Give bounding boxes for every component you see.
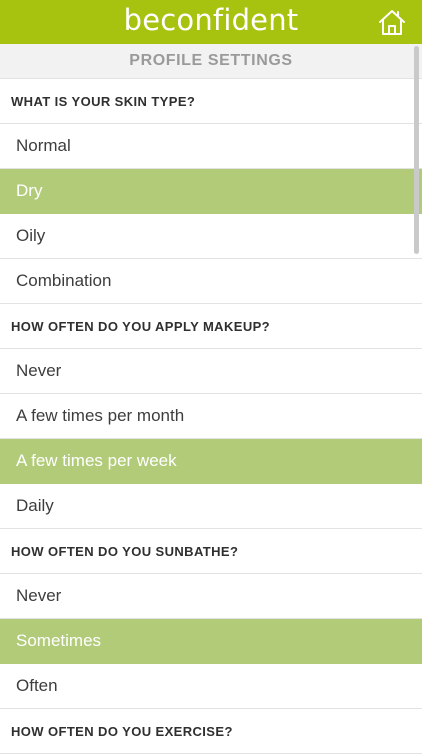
option-makeup-never[interactable]: Never: [0, 349, 422, 394]
home-button[interactable]: [376, 6, 408, 38]
option-makeup-few-month[interactable]: A few times per month: [0, 394, 422, 439]
option-sunbathe-never[interactable]: Never: [0, 574, 422, 619]
top-bar: beconfident: [0, 0, 422, 44]
question-sunbathe: HOW OFTEN DO YOU SUNBATHE?: [0, 529, 422, 574]
page-title: PROFILE SETTINGS: [0, 44, 422, 79]
option-oily[interactable]: Oily: [0, 214, 422, 259]
question-skin-type: WHAT IS YOUR SKIN TYPE?: [0, 79, 422, 124]
option-combination[interactable]: Combination: [0, 259, 422, 304]
app-logo: beconfident: [123, 3, 299, 37]
option-dry[interactable]: Dry: [0, 169, 422, 214]
option-normal[interactable]: Normal: [0, 124, 422, 169]
option-makeup-daily[interactable]: Daily: [0, 484, 422, 529]
question-makeup: HOW OFTEN DO YOU APPLY MAKEUP?: [0, 304, 422, 349]
settings-list: WHAT IS YOUR SKIN TYPE? Normal Dry Oily …: [0, 79, 422, 754]
option-makeup-few-week[interactable]: A few times per week: [0, 439, 422, 484]
scrollbar[interactable]: [414, 46, 419, 254]
option-sunbathe-often[interactable]: Often: [0, 664, 422, 709]
home-icon: [379, 10, 405, 35]
question-exercise: HOW OFTEN DO YOU EXERCISE?: [0, 709, 422, 754]
option-sunbathe-sometimes[interactable]: Sometimes: [0, 619, 422, 664]
